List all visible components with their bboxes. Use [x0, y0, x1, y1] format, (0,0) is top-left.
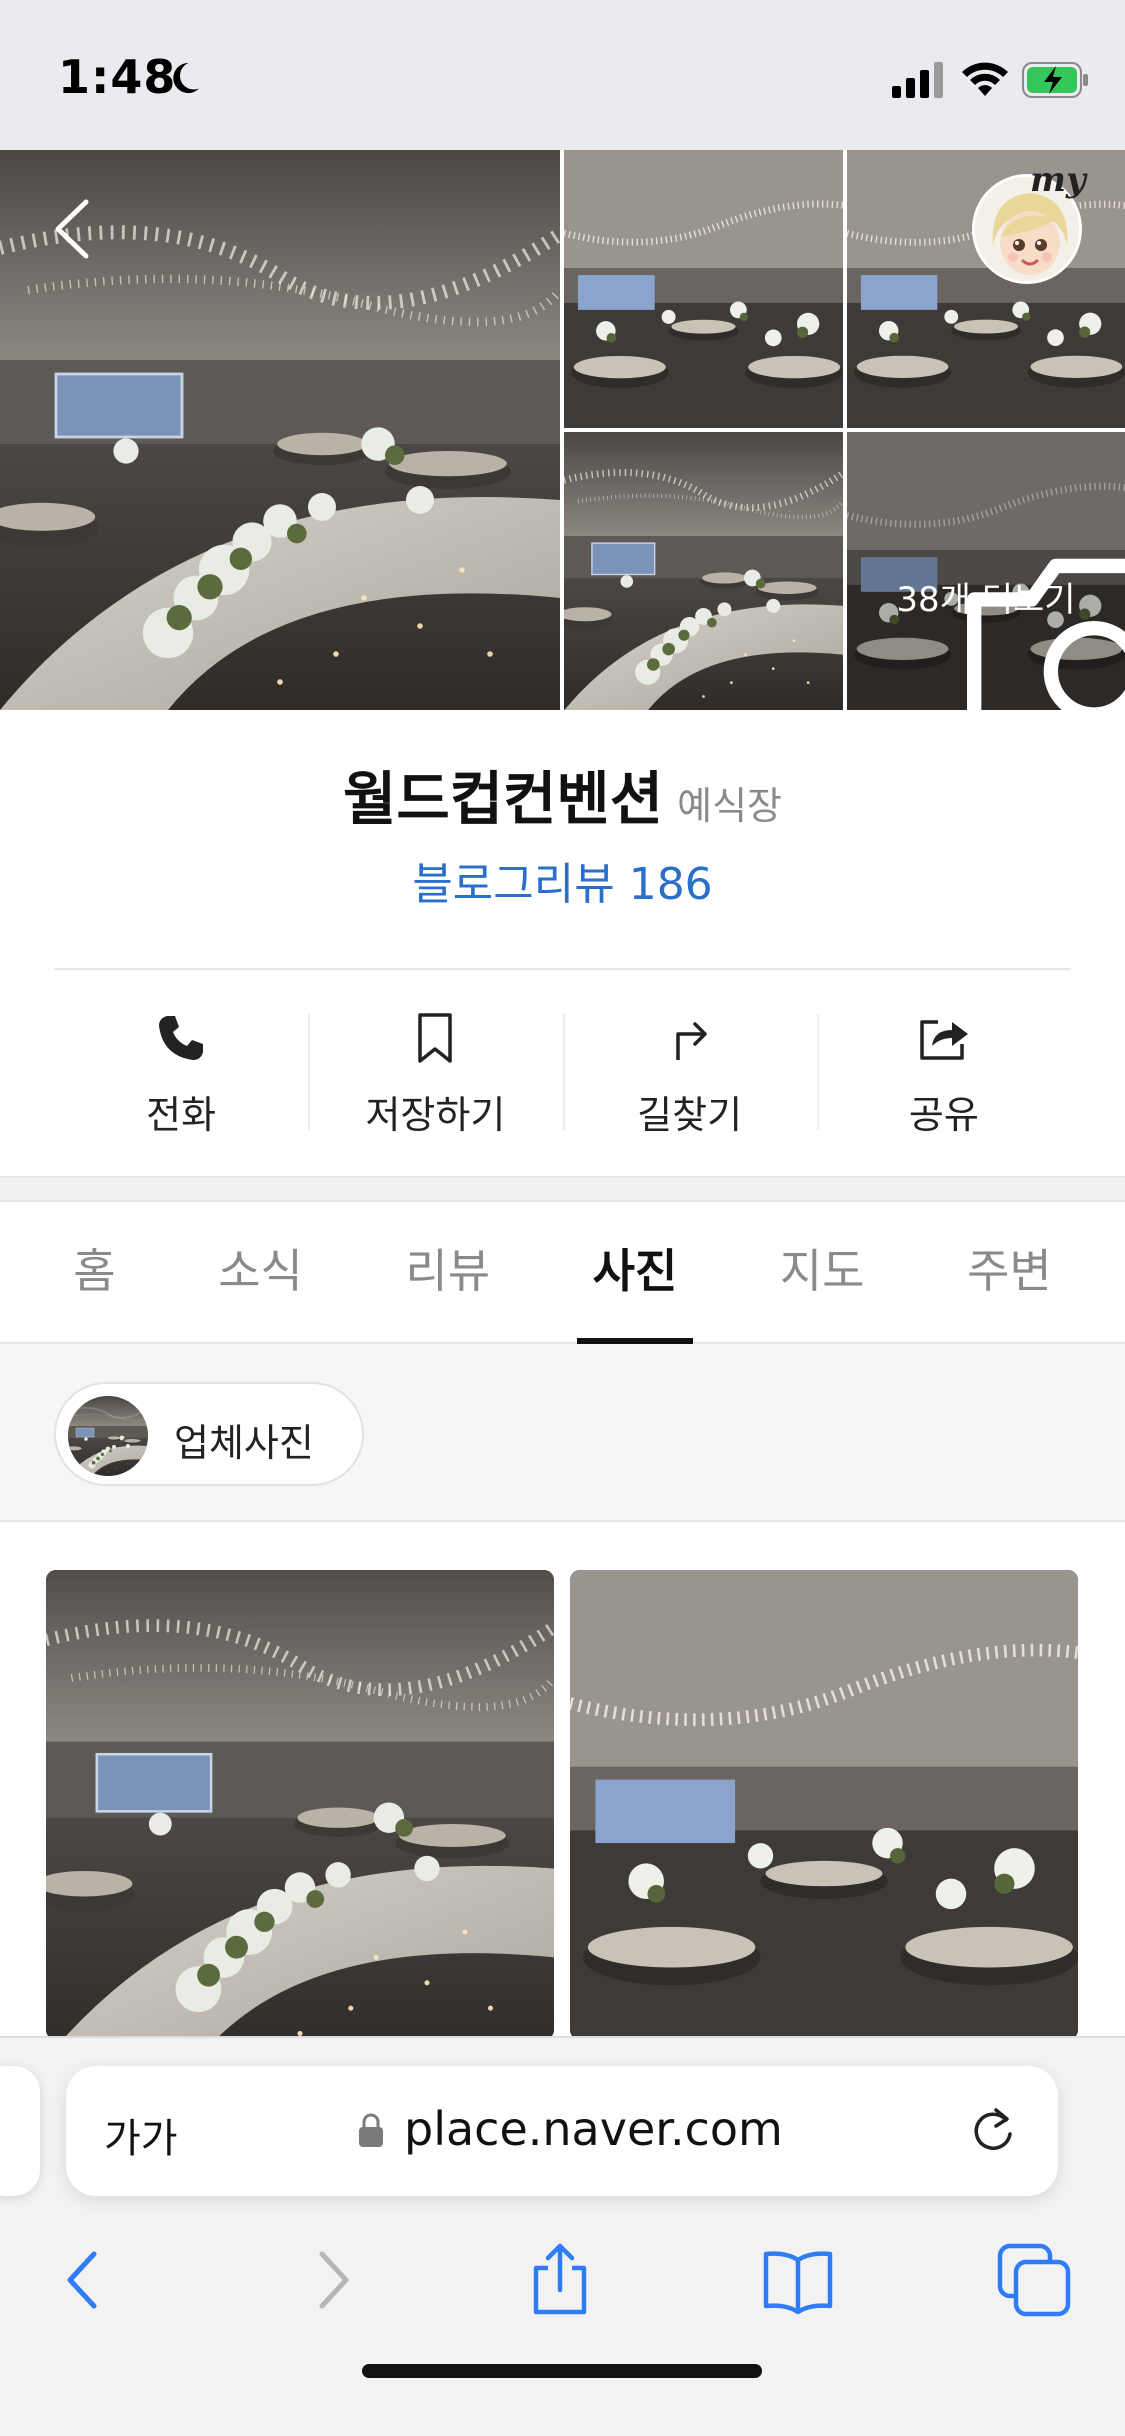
directions-label: 길찾기	[637, 1093, 743, 1137]
wifi-icon	[962, 62, 1008, 96]
blog-review-link[interactable]: 블로그리뷰 186	[0, 848, 1125, 912]
battery-charging-icon	[1022, 62, 1088, 98]
photo-filter-bar: 업체사진	[0, 1344, 1125, 1522]
action-row: 전화 저장하기 길찾기 공유	[54, 1000, 1071, 1150]
status-time: 1:48	[58, 50, 177, 104]
tab-home[interactable]: 홈	[57, 1202, 131, 1342]
browser-toolbar	[0, 2228, 1125, 2338]
home-indicator	[362, 2364, 762, 2378]
reload-icon[interactable]	[966, 2104, 1020, 2158]
back-arrow-icon[interactable]	[48, 194, 98, 264]
tab-bar: 홈 소식 리뷰 사진 지도 주변	[0, 1202, 1125, 1344]
section-separator	[0, 1176, 1125, 1202]
url-text: place.naver.com	[404, 2102, 783, 2156]
cellular-signal-icon	[892, 62, 943, 98]
status-bar: 1:48	[0, 0, 1125, 150]
tab-news[interactable]: 소식	[202, 1202, 319, 1342]
bookmark-icon	[418, 1013, 453, 1063]
share-button[interactable]: 공유	[816, 1000, 1071, 1150]
chip-label: 업체사진	[174, 1421, 314, 1465]
previous-tab-peek[interactable]	[0, 2066, 40, 2196]
more-photos-label: 38개 더보기	[896, 580, 1076, 620]
thumbnail-photo[interactable]	[564, 432, 843, 710]
place-title-row: 월드컵컨벤션 예식장	[0, 752, 1125, 836]
place-category: 예식장	[677, 784, 783, 828]
directions-icon	[675, 1022, 707, 1060]
grid-photo[interactable]	[570, 1570, 1078, 2040]
place-name: 월드컵컨벤션	[342, 765, 664, 833]
photo-collage: 38개 더보기 my	[0, 150, 1125, 710]
phone-icon	[159, 1016, 204, 1060]
save-button[interactable]: 저장하기	[308, 1000, 562, 1150]
share-icon	[920, 1020, 968, 1060]
lock-icon	[359, 2113, 383, 2147]
business-photos-chip[interactable]: 업체사진	[54, 1382, 364, 1486]
photo-grid	[0, 1522, 1125, 2036]
share-sheet-icon[interactable]	[520, 2240, 600, 2320]
tab-reviews[interactable]: 리뷰	[389, 1202, 506, 1342]
save-label: 저장하기	[365, 1093, 506, 1137]
more-photos-button[interactable]: 38개 더보기	[847, 432, 1125, 710]
thumbnail-photo[interactable]	[564, 150, 843, 428]
my-badge: my	[1030, 160, 1086, 200]
tabs-icon[interactable]	[994, 2240, 1074, 2320]
call-button[interactable]: 전화	[54, 1000, 308, 1150]
tab-map[interactable]: 지도	[764, 1202, 881, 1342]
back-icon[interactable]	[46, 2240, 126, 2320]
tab-nearby[interactable]: 주변	[951, 1202, 1068, 1342]
moon-icon	[173, 62, 199, 93]
address-bar[interactable]: 가가 place.naver.com	[66, 2066, 1058, 2196]
text-size-button[interactable]: 가가	[104, 2106, 178, 2164]
chip-thumbnail	[68, 1396, 148, 1476]
bookmarks-icon[interactable]	[758, 2240, 838, 2320]
share-label: 공유	[908, 1093, 979, 1137]
call-label: 전화	[146, 1093, 217, 1137]
forward-icon[interactable]	[290, 2240, 370, 2320]
divider	[54, 968, 1071, 970]
tab-photos[interactable]: 사진	[576, 1202, 694, 1344]
grid-photo[interactable]	[46, 1570, 554, 2040]
directions-button[interactable]: 길찾기	[562, 1000, 817, 1150]
